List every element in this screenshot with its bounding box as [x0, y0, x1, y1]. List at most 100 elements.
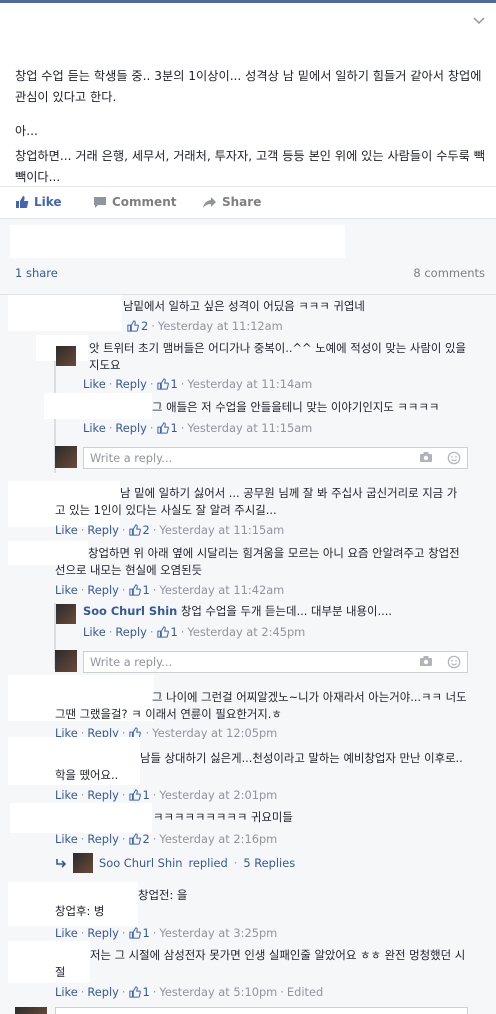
comment-meta: Like · Reply · 1 · Yesterday at 2:45pm	[83, 625, 305, 639]
reply-placeholder: Write a reply...	[90, 451, 173, 465]
like-count[interactable]: 2	[143, 832, 150, 846]
replied-author[interactable]: Soo Churl Shin	[99, 856, 182, 870]
separator-dot: ·	[121, 788, 126, 802]
shares-count[interactable]: 1 share	[15, 266, 58, 280]
share-button[interactable]: Share	[202, 195, 261, 209]
separator-dot: ·	[233, 856, 238, 870]
comment-time[interactable]: Yesterday at 5:10pm	[159, 985, 277, 999]
reply-link[interactable]: Reply	[115, 377, 147, 391]
like-button[interactable]: Like	[15, 195, 62, 209]
separator-dot: ·	[152, 985, 157, 999]
comment-body: 창업 수업을 두개 듣는데... 대부분 내용이....	[180, 604, 392, 618]
share-label: Share	[222, 195, 262, 209]
reply-link[interactable]: Reply	[87, 926, 119, 940]
comment-time[interactable]: Yesterday at 2:01pm	[159, 788, 277, 802]
thumbs-up-icon	[128, 584, 141, 596]
like-count[interactable]: 1	[143, 788, 150, 802]
comment-text-inner: 앗 트위터 초기 맴버들은 어디가나 중복이..^^ 노예에 적성이 맞는 사람…	[89, 341, 466, 372]
post-paragraph: 창업하면... 거래 은행, 세무서, 거래처, 투자자, 고객 등등 본인 위…	[15, 149, 485, 184]
reply-link[interactable]: Reply	[115, 625, 147, 639]
current-user-avatar[interactable]	[55, 650, 77, 672]
replied-label: replied	[188, 856, 228, 870]
comment-meta: Like · Reply · 2 · Yesterday at 11:15am	[55, 523, 284, 537]
comment-meta: Like · Reply · 1 · Yesterday at 11:42am	[55, 583, 284, 597]
comment-meta: Like · Reply · 1 · Yesterday at 11:14am	[83, 377, 312, 391]
reply-link[interactable]: Reply	[87, 788, 119, 802]
post-body: 창업 수업 듣는 학생들 중.. 3분의 1이상이... 성격상 남 밑에서 일…	[15, 66, 485, 201]
post-paragraph: 창업 수업 듣는 학생들 중.. 3분의 1이상이... 성격상 남 밑에서 일…	[15, 69, 482, 104]
separator-dot: ·	[121, 583, 126, 597]
thumbs-up-icon	[128, 524, 141, 536]
comment-text: 그 나이에 그런걸 어찌알겠노~니가 아재라서 아는거야...ㅋㅋ 너도 그땐 …	[55, 690, 467, 721]
comment-time[interactable]: Yesterday at 2:45pm	[187, 625, 305, 639]
like-link[interactable]: Like	[83, 625, 106, 639]
reply-tools	[419, 451, 461, 465]
reply-link[interactable]: Reply	[115, 421, 147, 435]
chevron-down-icon[interactable]	[472, 14, 486, 28]
comment-text: 저는 그 시절에 삼성전자 못가면 인생 실패인줄 알았어요 ㅎㅎ 완전 멍청했…	[55, 948, 466, 979]
like-link[interactable]: Like	[55, 788, 78, 802]
camera-icon[interactable]	[419, 655, 433, 667]
like-link[interactable]: Like	[55, 985, 78, 999]
reply-count[interactable]: 5 Replies	[243, 856, 295, 870]
reply-input[interactable]: Write a reply...	[83, 651, 468, 673]
comment-time[interactable]: Yesterday at 12:05pm	[152, 727, 277, 739]
camera-icon[interactable]	[419, 451, 433, 463]
separator-dot: ·	[80, 583, 85, 597]
like-link[interactable]: Like	[55, 583, 78, 597]
like-link[interactable]: Like	[83, 421, 106, 435]
comment-time[interactable]: Yesterday at 11:15am	[159, 523, 284, 537]
separator-dot: ·	[121, 926, 126, 940]
comment-time[interactable]: Yesterday at 2:16pm	[159, 832, 277, 846]
comment-time[interactable]: Yesterday at 11:42am	[159, 583, 284, 597]
avatar[interactable]	[73, 853, 93, 873]
avatar[interactable]	[56, 604, 76, 624]
comment-input[interactable]	[55, 1007, 468, 1014]
comment-author[interactable]: Soo Churl Shin	[83, 604, 177, 618]
comment-icon	[94, 196, 106, 208]
avatar[interactable]	[56, 346, 76, 366]
like-count[interactable]: 1	[171, 625, 178, 639]
reply-link[interactable]: Reply	[87, 985, 119, 999]
like-count[interactable]: 2	[141, 319, 148, 333]
comment-button[interactable]: Comment	[93, 195, 176, 209]
reply-link[interactable]: Reply	[87, 523, 119, 537]
redacted-author	[44, 393, 152, 419]
like-count[interactable]: 1	[171, 421, 178, 435]
separator-dot: ·	[180, 377, 185, 391]
comments-section: 1 share 8 comments 남밑에서 일하고 싶은 성격이 어딨음 ㅋ…	[0, 218, 496, 1014]
like-count[interactable]: 1	[143, 583, 150, 597]
post-paragraph: 아...	[15, 124, 38, 138]
thumbs-up-icon	[156, 378, 169, 390]
edited-label[interactable]: Edited	[287, 985, 323, 999]
view-replies-link[interactable]: Soo Churl Shin replied · 5 Replies	[55, 853, 295, 873]
comment-time[interactable]: Yesterday at 3:25pm	[159, 926, 277, 940]
like-link[interactable]: Like	[55, 926, 78, 940]
separator-dot: ·	[121, 523, 126, 537]
comment-time[interactable]: Yesterday at 11:15am	[187, 421, 312, 435]
like-link[interactable]: Like	[55, 832, 78, 846]
like-count[interactable]: 1	[171, 377, 178, 391]
separator-dot: ·	[280, 985, 284, 999]
comment-time[interactable]: Yesterday at 11:14am	[187, 377, 312, 391]
emoji-icon[interactable]	[447, 451, 461, 465]
thumbs-up-icon	[128, 833, 141, 845]
emoji-icon[interactable]	[447, 655, 461, 669]
current-user-avatar[interactable]	[55, 446, 77, 468]
current-user-avatar[interactable]	[15, 1007, 47, 1014]
comment-time[interactable]: Yesterday at 11:12am	[158, 319, 283, 333]
like-link[interactable]: Like	[83, 377, 106, 391]
comment-meta: Like · Reply · 1 · Yesterday at 5:10pm ·…	[55, 985, 323, 999]
like-count[interactable]: 2	[143, 523, 150, 537]
reply-input[interactable]: Write a reply...	[83, 447, 468, 469]
reply-link[interactable]: Reply	[87, 583, 119, 597]
thumbs-up-icon	[128, 986, 141, 998]
reply-link[interactable]: Reply	[87, 832, 119, 846]
like-count[interactable]: 1	[143, 985, 150, 999]
like-count[interactable]: 1	[143, 926, 150, 940]
separator-dot: ·	[152, 926, 157, 940]
like-link[interactable]: Like	[55, 523, 78, 537]
separator-dot: ·	[108, 421, 113, 435]
top-border	[0, 0, 496, 3]
comments-count[interactable]: 8 comments	[413, 266, 485, 280]
